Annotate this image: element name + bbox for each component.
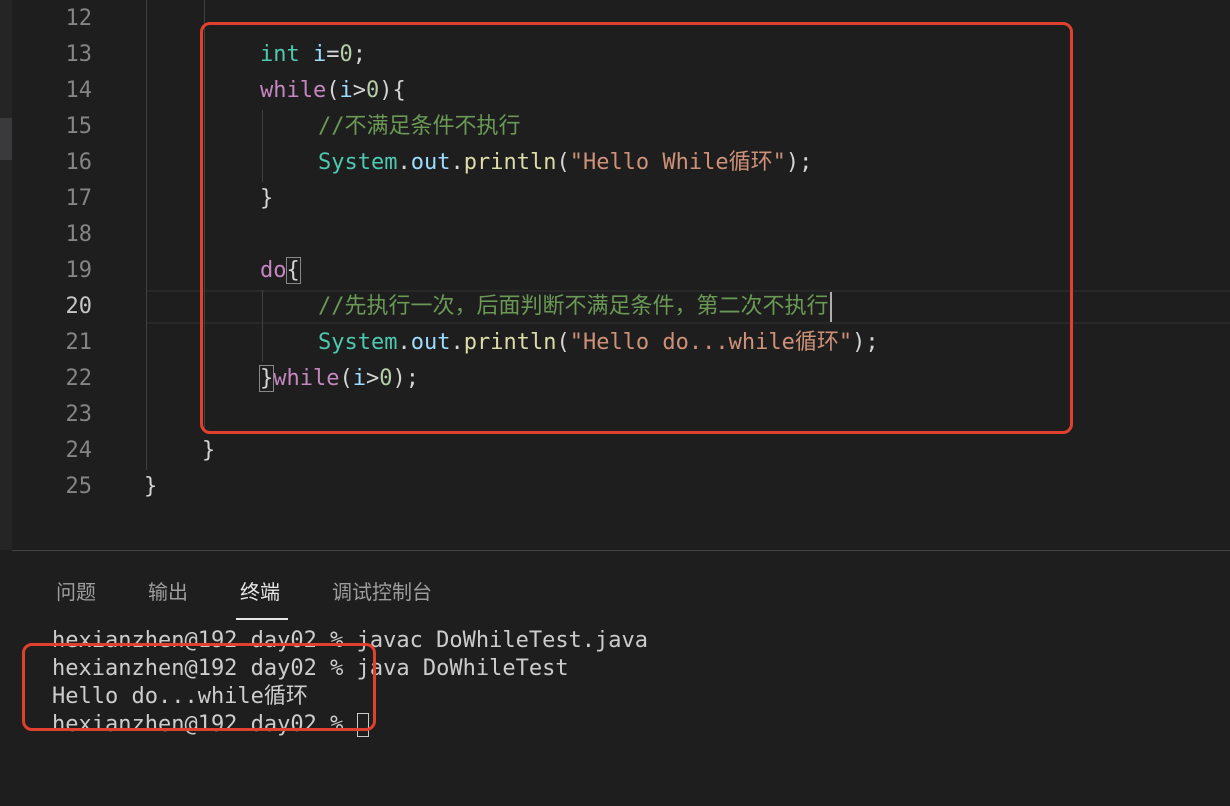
line-number: 24: [65, 438, 93, 463]
line-number: 13: [65, 42, 93, 67]
line-number: 25: [65, 474, 93, 499]
code-line-25[interactable]: }: [144, 469, 157, 505]
line-number: 21: [65, 330, 93, 355]
panel-tabs: 问题 输出 终端 调试控制台: [12, 551, 1230, 621]
code-line-24[interactable]: }: [202, 433, 215, 469]
line-number: 17: [65, 186, 93, 211]
active-tab-indicator: [236, 618, 288, 620]
line-number: 18: [65, 222, 93, 247]
line-number: 19: [65, 258, 93, 283]
code-editor[interactable]: 12 13 14 15 16 17 18 19 20 21 22 23 24 2…: [0, 0, 1230, 550]
line-number: 22: [65, 366, 93, 391]
activity-bar-marker: [0, 118, 12, 160]
closing-brace: }: [202, 438, 216, 463]
tab-output[interactable]: 输出: [148, 577, 188, 607]
tab-terminal[interactable]: 终端: [240, 577, 280, 607]
closing-brace: }: [144, 474, 158, 499]
code-annotation-box: [200, 22, 1073, 434]
tab-debug-console[interactable]: 调试控制台: [332, 577, 432, 607]
line-number: 23: [65, 402, 93, 427]
bottom-panel: 问题 输出 终端 调试控制台 hexianzhen@192 day02 % ja…: [12, 551, 1230, 806]
activity-bar-edge: [0, 0, 12, 550]
line-number: 14: [65, 78, 93, 103]
line-number-active: 20: [65, 294, 93, 319]
tab-problems[interactable]: 问题: [56, 577, 96, 607]
line-number: 15: [65, 114, 93, 139]
indent-guide: [146, 0, 147, 470]
line-number: 12: [65, 6, 93, 31]
line-number: 16: [65, 150, 93, 175]
terminal-annotation-box: [22, 643, 376, 731]
line-number-gutter: 12 13 14 15 16 17 18 19 20 21 22 23 24 2…: [12, 0, 112, 550]
